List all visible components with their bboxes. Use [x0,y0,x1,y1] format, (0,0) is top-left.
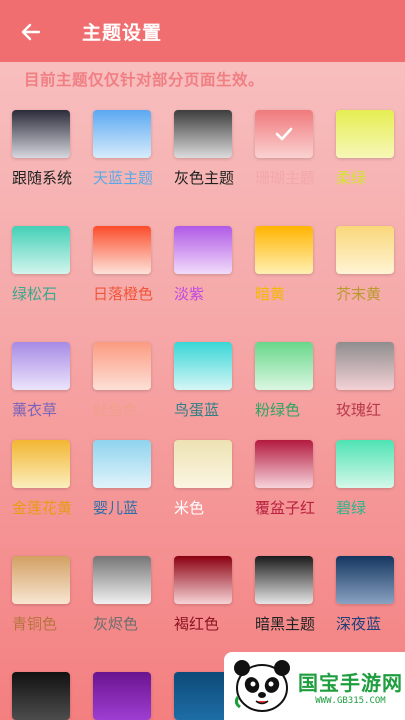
theme-label: 碧绿 [336,499,367,517]
theme-swatch[interactable] [255,556,313,604]
theme-label: 灰烬色 [93,615,139,633]
panda-icon [234,660,290,712]
theme-option[interactable]: 淡紫 [174,226,246,304]
theme-option[interactable]: 褐红色 [174,556,246,634]
theme-swatch[interactable] [255,342,313,390]
theme-option[interactable]: 珊瑚主题 [255,110,327,188]
theme-option[interactable] [12,672,84,720]
theme-label: 暗黄 [255,285,286,303]
theme-option[interactable]: 深夜蓝 [336,556,405,634]
theme-label: 薰衣草 [12,401,58,419]
theme-swatch[interactable] [93,556,151,604]
theme-label: 暗黑主题 [255,615,316,633]
theme-label: 日落橙色 [93,285,154,303]
theme-label: 青铜色 [12,615,58,633]
theme-label: 米色 [174,499,205,517]
theme-label: 绿松石 [12,285,58,303]
theme-option[interactable]: 鲑鱼色 [93,342,165,420]
watermark-url: WWW.GB315.COM [315,695,386,706]
theme-label: 褐红色 [174,615,220,633]
theme-label: 覆盆子红 [255,499,316,517]
theme-option[interactable]: 粉绿色 [255,342,327,420]
theme-option[interactable]: 芥末黄 [336,226,405,304]
theme-option[interactable] [93,672,165,720]
theme-swatch[interactable] [174,556,232,604]
theme-label: 鲑鱼色 [93,401,139,419]
theme-option[interactable]: 绿松石 [12,226,84,304]
theme-option[interactable]: 婴儿蓝 [93,440,165,518]
theme-option[interactable]: 柔绿 [336,110,405,188]
theme-label: 淡紫 [174,285,205,303]
theme-option[interactable]: 鸟蛋蓝 [174,342,246,420]
theme-option[interactable]: 灰烬色 [93,556,165,634]
theme-swatch[interactable] [12,110,70,158]
theme-label: 粉绿色 [255,401,301,419]
theme-swatch[interactable] [174,440,232,488]
theme-label: 天蓝主题 [93,169,154,187]
theme-swatch[interactable] [12,226,70,274]
theme-swatch[interactable] [336,342,394,390]
theme-swatch[interactable] [93,226,151,274]
theme-swatch[interactable] [336,226,394,274]
theme-option[interactable]: 覆盆子红 [255,440,327,518]
theme-swatch[interactable] [93,440,151,488]
theme-option[interactable]: 日落橙色 [93,226,165,304]
theme-swatch[interactable] [255,110,313,158]
theme-swatch[interactable] [174,342,232,390]
theme-label: 婴儿蓝 [93,499,139,517]
theme-swatch[interactable] [255,226,313,274]
theme-swatch[interactable] [93,110,151,158]
theme-option[interactable]: 跟随系统 [12,110,84,188]
theme-option[interactable]: 米色 [174,440,246,518]
theme-option[interactable]: 金莲花黄 [12,440,84,518]
theme-label: 珊瑚主题 [255,169,316,187]
theme-label: 芥末黄 [336,285,382,303]
theme-swatch[interactable] [12,440,70,488]
theme-label: 灰色主题 [174,169,235,187]
theme-option[interactable]: 灰色主题 [174,110,246,188]
theme-option[interactable]: 天蓝主题 [93,110,165,188]
theme-swatch[interactable] [336,556,394,604]
theme-label: 跟随系统 [12,169,73,187]
theme-label: 柔绿 [336,169,367,187]
theme-swatch[interactable] [93,342,151,390]
theme-label: 玫瑰红 [336,401,382,419]
theme-label: 金莲花黄 [12,499,73,517]
theme-swatch[interactable] [12,556,70,604]
theme-swatch[interactable] [12,672,70,720]
theme-option[interactable]: 青铜色 [12,556,84,634]
theme-grid: 跟随系统 天蓝主题 灰色主题 珊瑚主题 柔绿绿松石 日落橙色 淡紫 暗黄 芥末黄薰衣草 鲑鱼色 鸟蛋… [0,0,405,720]
theme-option[interactable]: 碧绿 [336,440,405,518]
theme-label: 深夜蓝 [336,615,382,633]
theme-option[interactable]: 暗黄 [255,226,327,304]
theme-swatch[interactable] [12,342,70,390]
theme-swatch[interactable] [255,440,313,488]
watermark-title: 国宝手游网 [298,670,403,695]
theme-option[interactable]: 薰衣草 [12,342,84,420]
theme-swatch[interactable] [93,672,151,720]
check-icon [275,127,293,141]
theme-swatch[interactable] [174,226,232,274]
theme-swatch[interactable] [174,110,232,158]
theme-option[interactable]: 暗黑主题 [255,556,327,634]
theme-swatch[interactable] [336,440,394,488]
theme-label: 鸟蛋蓝 [174,401,220,419]
theme-swatch[interactable] [336,110,394,158]
theme-option[interactable]: 玫瑰红 [336,342,405,420]
site-watermark: 国宝手游网 WWW.GB315.COM [224,652,405,720]
